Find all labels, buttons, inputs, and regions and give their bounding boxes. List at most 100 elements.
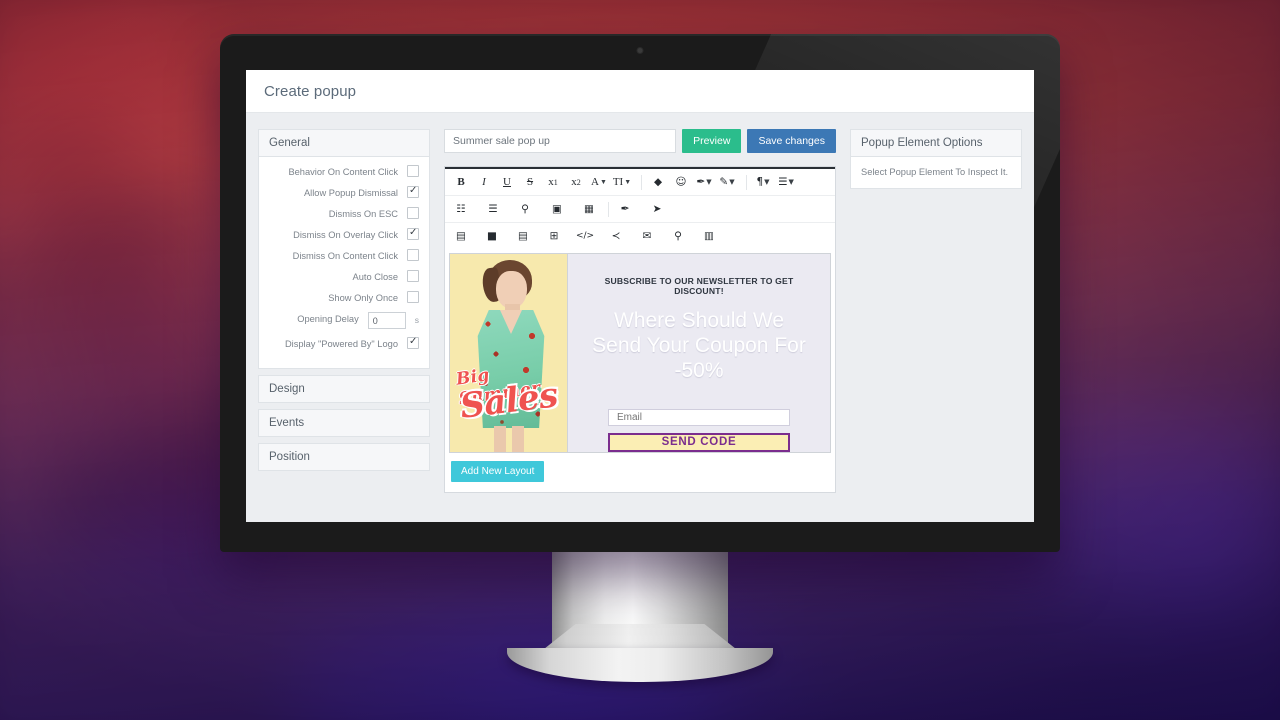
code-view-icon[interactable]: </>: [575, 226, 595, 246]
monitor-bezel: Create popup General Behavior On Content…: [220, 34, 1060, 552]
toolbar-separator: [746, 174, 747, 190]
app-window: Create popup General Behavior On Content…: [246, 70, 1034, 522]
design-panel-header[interactable]: Design: [259, 376, 429, 402]
checkbox-show-only-once[interactable]: [407, 291, 419, 303]
popup-preview[interactable]: Big Summer Sales SUBSCRIBE TO OUR NEWSLE…: [449, 253, 831, 453]
settings-sidebar: General Behavior On Content Click Allow …: [258, 129, 430, 522]
add-new-layout-button[interactable]: Add New Layout: [451, 461, 545, 482]
general-panel: General Behavior On Content Click Allow …: [258, 129, 430, 369]
toolbar-row-1: B I U S x1 x2 A ▼ TI ▼ ◆ ☺ ✒ ▼ ✎ ▼ ¶ ▼ ☰…: [445, 169, 835, 196]
paragraph-format-icon[interactable]: ¶ ▼: [753, 172, 773, 192]
checkbox-dismiss-on-esc[interactable]: [407, 207, 419, 219]
general-panel-header[interactable]: General: [259, 130, 429, 157]
toolbar-row-3: ▤ ■ ▤ ⊞ </> ≺ ✉ ⚲ ▥: [445, 223, 835, 249]
field-label: Allow Popup Dismissal: [303, 188, 398, 198]
field-label: Show Only Once: [328, 293, 398, 303]
link-icon[interactable]: ⚲: [515, 199, 535, 219]
align-icon[interactable]: ☰ ▼: [776, 172, 796, 192]
email-icon[interactable]: ✉: [637, 226, 657, 246]
popup-element-options-header: Popup Element Options: [851, 130, 1021, 157]
design-panel[interactable]: Design: [258, 375, 430, 403]
preview-button[interactable]: Preview: [682, 129, 742, 153]
editor-toolbar-top: Preview Save changes: [444, 129, 836, 153]
field-label: Auto Close: [352, 272, 398, 282]
font-family-icon[interactable]: A ▼: [589, 172, 609, 192]
monitor-screen: Create popup General Behavior On Content…: [246, 70, 1034, 522]
events-panel[interactable]: Events: [258, 409, 430, 437]
field-label: Dismiss On ESC: [328, 209, 398, 219]
add-block-icon[interactable]: ⊞: [544, 226, 564, 246]
field-allow-popup-dismissal: Allow Popup Dismissal: [269, 185, 419, 199]
brush-color-icon[interactable]: ✒ ▼: [694, 172, 714, 192]
layout-bar: Add New Layout: [445, 453, 835, 492]
page-title: Create popup: [264, 82, 357, 100]
field-opening-delay: Opening Delay s: [269, 312, 419, 329]
rich-text-editor: B I U S x1 x2 A ▼ TI ▼ ◆ ☺ ✒ ▼ ✎ ▼ ¶ ▼ ☰…: [444, 166, 836, 493]
field-display-powered-by-logo: Display "Powered By" Logo: [269, 336, 419, 350]
highlight-color-icon[interactable]: ✎ ▼: [717, 172, 737, 192]
insert-media-icon[interactable]: ▤: [451, 226, 471, 246]
popup-kicker-text[interactable]: SUBSCRIBE TO OUR NEWSLETTER TO GET DISCO…: [588, 276, 810, 296]
file-icon[interactable]: ▤: [513, 226, 533, 246]
field-label: Dismiss On Overlay Click: [293, 230, 398, 240]
share-icon[interactable]: ≺: [606, 226, 626, 246]
subscript-icon[interactable]: x1: [543, 172, 563, 192]
field-label: Dismiss On Content Click: [292, 251, 398, 261]
screenshot-stage: Create popup General Behavior On Content…: [0, 0, 1280, 720]
calendar-icon[interactable]: ▥: [699, 226, 719, 246]
italic-icon[interactable]: I: [474, 172, 494, 192]
popup-element-options-panel: Popup Element Options Select Popup Eleme…: [850, 129, 1022, 189]
field-label: Display "Powered By" Logo: [284, 339, 398, 349]
checkbox-dismiss-on-overlay-click[interactable]: [407, 227, 419, 240]
table-icon[interactable]: ▦: [579, 199, 599, 219]
checkbox-behavior-on-content-click[interactable]: [407, 165, 419, 177]
field-dismiss-on-esc: Dismiss On ESC: [269, 207, 419, 220]
checkbox-display-powered-by-logo[interactable]: [407, 336, 419, 349]
field-behavior-on-content-click: Behavior On Content Click: [269, 165, 419, 178]
select-cursor-icon[interactable]: ➤: [647, 199, 667, 219]
popup-element-options-note: Select Popup Element To Inspect It.: [861, 167, 1009, 177]
checkbox-dismiss-on-content-click[interactable]: [407, 249, 419, 261]
popup-send-code-button[interactable]: SEND CODE: [608, 432, 790, 452]
webcam-icon: [637, 48, 643, 53]
toolbar-separator: [641, 174, 642, 190]
save-changes-button[interactable]: Save changes: [747, 129, 836, 153]
popup-image-layout[interactable]: Big Summer Sales: [450, 254, 568, 452]
checkbox-allow-popup-dismissal[interactable]: [407, 185, 419, 198]
field-label: Opening Delay: [297, 314, 359, 324]
toolbar-separator: [608, 201, 609, 217]
app-body: General Behavior On Content Click Allow …: [246, 113, 1034, 522]
field-label: Behavior On Content Click: [288, 167, 398, 177]
field-dismiss-on-content-click: Dismiss On Content Click: [269, 249, 419, 262]
image-icon[interactable]: ▣: [547, 199, 567, 219]
anchor-icon[interactable]: ⚲: [668, 226, 688, 246]
field-show-only-once: Show Only Once: [269, 291, 419, 304]
editor-toolbar: B I U S x1 x2 A ▼ TI ▼ ◆ ☺ ✒ ▼ ✎ ▼ ¶ ▼ ☰…: [445, 167, 835, 249]
superscript-icon[interactable]: x2: [566, 172, 586, 192]
font-size-icon[interactable]: TI ▼: [612, 172, 632, 192]
bold-icon[interactable]: B: [451, 172, 471, 192]
toolbar-row-2: ☷ ☰ ⚲ ▣ ▦ ✒ ➤: [445, 196, 835, 223]
ordered-list-icon[interactable]: ☷: [451, 199, 471, 219]
position-panel-header[interactable]: Position: [259, 444, 429, 470]
video-icon[interactable]: ■: [482, 226, 502, 246]
checkbox-auto-close[interactable]: [407, 270, 419, 282]
text-color-icon[interactable]: ◆: [648, 172, 668, 192]
unordered-list-icon[interactable]: ☰: [483, 199, 503, 219]
element-options-sidebar: Popup Element Options Select Popup Eleme…: [850, 129, 1022, 522]
general-panel-body: Behavior On Content Click Allow Popup Di…: [259, 157, 429, 368]
popup-form-layout: SUBSCRIBE TO OUR NEWSLETTER TO GET DISCO…: [568, 254, 830, 452]
popup-email-input[interactable]: [608, 409, 790, 426]
events-panel-header[interactable]: Events: [259, 410, 429, 436]
eraser-icon[interactable]: ✒: [615, 199, 635, 219]
emoticon-icon[interactable]: ☺: [671, 172, 691, 192]
field-auto-close: Auto Close: [269, 270, 419, 283]
underline-icon[interactable]: U: [497, 172, 517, 192]
opening-delay-unit: s: [414, 315, 419, 325]
opening-delay-input[interactable]: [367, 312, 406, 329]
strikethrough-icon[interactable]: S: [520, 172, 540, 192]
field-dismiss-on-overlay-click: Dismiss On Overlay Click: [269, 227, 419, 241]
position-panel[interactable]: Position: [258, 443, 430, 471]
popup-name-input[interactable]: [444, 129, 677, 153]
popup-headline[interactable]: Where Should We Send Your Coupon For -50…: [588, 308, 810, 383]
